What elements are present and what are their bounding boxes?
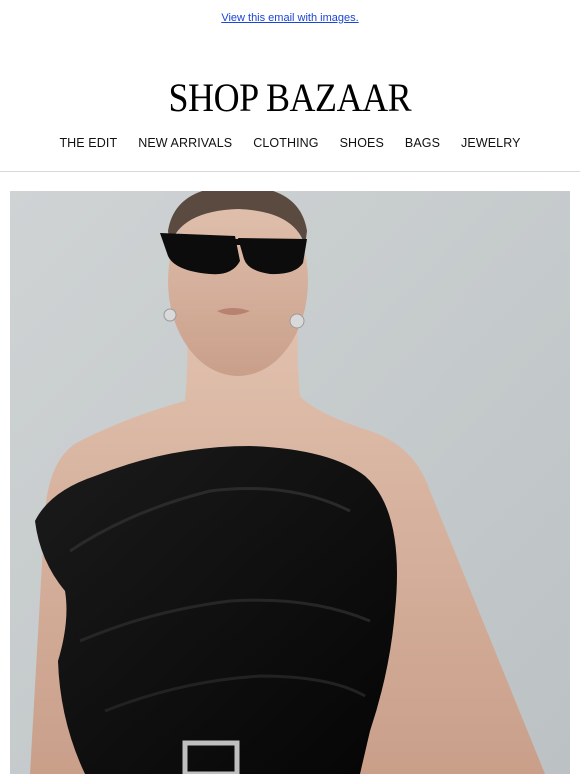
main-navigation: THE EDIT NEW ARRIVALS CLOTHING SHOES BAG… (0, 124, 580, 162)
model-photo (10, 191, 570, 774)
earring-left-icon (163, 308, 177, 322)
nav-item-jewelry[interactable]: JEWELRY (461, 136, 521, 150)
header-divider (0, 171, 580, 172)
view-with-images-link[interactable]: View this email with images. (221, 12, 358, 24)
nav-item-new-arrivals[interactable]: NEW ARRIVALS (138, 136, 232, 150)
nav-item-bags[interactable]: BAGS (405, 136, 440, 150)
earring-right-icon (289, 313, 305, 329)
masthead: SHOP BAZAAR (0, 36, 580, 124)
shop-bazaar-logo[interactable]: SHOP BAZAAR (169, 78, 412, 118)
hero-image[interactable] (10, 191, 570, 774)
nav-item-clothing[interactable]: CLOTHING (253, 136, 318, 150)
nav-item-shoes[interactable]: SHOES (340, 136, 384, 150)
email-preheader: View this email with images. (0, 0, 580, 36)
nav-item-the-edit[interactable]: THE EDIT (59, 136, 117, 150)
